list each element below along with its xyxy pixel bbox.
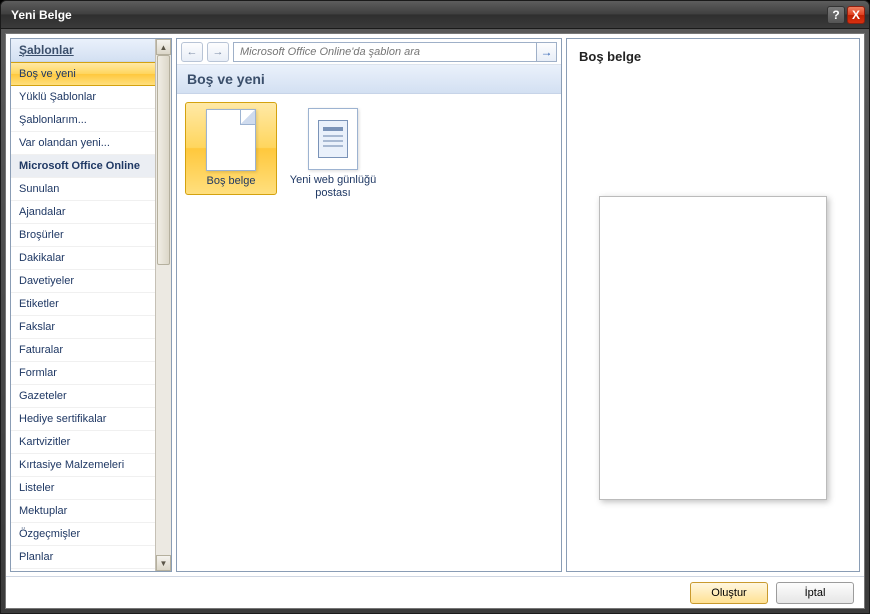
main-area: Şablonlar Boş ve yeniYüklü ŞablonlarŞabl… — [6, 34, 864, 576]
chevron-down-icon: ▼ — [160, 559, 168, 568]
preview-page — [599, 196, 827, 500]
sidebar: Şablonlar Boş ve yeniYüklü ŞablonlarŞabl… — [10, 38, 172, 572]
content-frame: Şablonlar Boş ve yeniYüklü ŞablonlarŞabl… — [5, 33, 865, 609]
template-label: Boş belge — [188, 175, 274, 188]
help-icon: ? — [832, 8, 839, 22]
forward-button[interactable]: → — [207, 42, 229, 62]
sidebar-scrollbar[interactable]: ▲ ▼ — [155, 39, 171, 571]
cancel-button[interactable]: İptal — [776, 582, 854, 604]
sidebar-item[interactable]: Boş ve yeni — [11, 62, 155, 86]
close-button[interactable]: X — [847, 6, 865, 24]
search-box: → — [233, 42, 557, 62]
middle-panel: ← → → Boş ve yeni Boş belge Yeni web günl… — [176, 38, 562, 572]
sidebar-item[interactable]: Gazeteler — [11, 385, 155, 408]
sidebar-item[interactable]: Ajandalar — [11, 201, 155, 224]
sidebar-item[interactable]: Kartvizitler — [11, 431, 155, 454]
preview-title: Boş belge — [579, 49, 847, 64]
preview-area — [579, 74, 847, 561]
scroll-up-button[interactable]: ▲ — [156, 39, 171, 55]
sidebar-item[interactable]: Dakikalar — [11, 247, 155, 270]
toolbar: ← → → — [177, 39, 561, 65]
blog-page-icon — [318, 120, 348, 158]
arrow-left-icon: ← — [187, 46, 198, 58]
template-item[interactable]: Yeni web günlüğü postası — [287, 102, 379, 206]
search-input[interactable] — [234, 43, 536, 61]
sidebar-item[interactable]: Broşürler — [11, 224, 155, 247]
template-label: Yeni web günlüğü postası — [289, 174, 377, 200]
sidebar-item[interactable]: Özgeçmişler — [11, 523, 155, 546]
search-go-button[interactable]: → — [536, 43, 556, 61]
arrow-right-icon: → — [213, 46, 224, 58]
sidebar-item[interactable]: Sunulan — [11, 178, 155, 201]
preview-panel: Boş belge — [566, 38, 860, 572]
sidebar-item[interactable]: Etiketler — [11, 293, 155, 316]
help-button[interactable]: ? — [827, 6, 845, 24]
sidebar-item[interactable]: Fakslar — [11, 316, 155, 339]
templates-grid: Boş belge Yeni web günlüğü postası — [177, 94, 561, 571]
button-bar: Oluştur İptal — [6, 576, 864, 608]
sidebar-item[interactable]: Var olandan yeni... — [11, 132, 155, 155]
sidebar-item[interactable]: Kırtasiye Malzemeleri — [11, 454, 155, 477]
sidebar-item[interactable]: Faturalar — [11, 339, 155, 362]
back-button[interactable]: ← — [181, 42, 203, 62]
blog-post-icon — [308, 108, 358, 170]
sidebar-item[interactable]: Şablonlarım... — [11, 109, 155, 132]
dialog-window: Yeni Belge ? X Şablonlar Boş ve yeniYükl… — [0, 0, 870, 614]
create-button[interactable]: Oluştur — [690, 582, 768, 604]
sidebar-item[interactable]: Microsoft Office Online — [11, 155, 155, 178]
sidebar-item[interactable]: Formlar — [11, 362, 155, 385]
sidebar-item[interactable]: Hediye sertifikalar — [11, 408, 155, 431]
sidebar-item[interactable]: Yüklü Şablonlar — [11, 86, 155, 109]
close-icon: X — [852, 8, 860, 22]
arrow-right-icon: → — [541, 45, 553, 59]
sidebar-list: Şablonlar Boş ve yeniYüklü ŞablonlarŞabl… — [11, 39, 155, 571]
sidebar-item[interactable]: Listeler — [11, 477, 155, 500]
template-item[interactable]: Boş belge — [185, 102, 277, 195]
window-title: Yeni Belge — [11, 8, 825, 22]
sidebar-item[interactable]: Davetiyeler — [11, 270, 155, 293]
titlebar: Yeni Belge ? X — [1, 1, 869, 29]
sidebar-item[interactable]: Mektuplar — [11, 500, 155, 523]
chevron-up-icon: ▲ — [160, 43, 168, 52]
blank-document-icon — [206, 109, 256, 171]
sidebar-header: Şablonlar — [11, 39, 155, 62]
section-title: Boş ve yeni — [177, 65, 561, 94]
scroll-thumb[interactable] — [157, 55, 170, 265]
sidebar-item[interactable]: Planlar — [11, 546, 155, 569]
scroll-down-button[interactable]: ▼ — [156, 555, 171, 571]
scroll-track[interactable] — [156, 55, 171, 555]
